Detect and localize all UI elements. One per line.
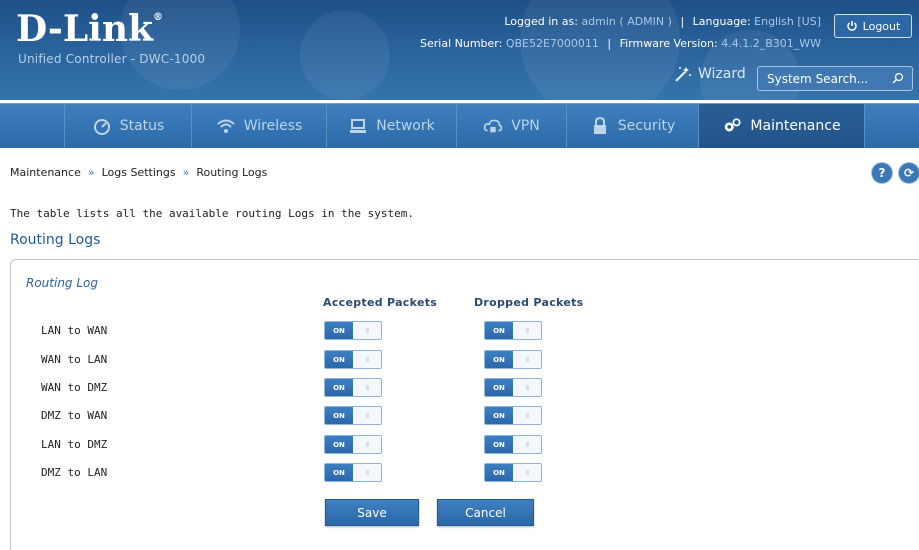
nav-network[interactable]: Network: [327, 104, 457, 148]
wifi-icon: [217, 119, 235, 133]
dlink-logo: D-Link®: [16, 8, 163, 50]
firmware-label: Firmware Version:: [619, 37, 718, 50]
toggle-accepted-lan-to-dmz[interactable]: ON III: [324, 435, 382, 454]
breadcrumb: Maintenance » Logs Settings » Routing Lo…: [10, 166, 267, 179]
system-search-input[interactable]: System Search...: [757, 66, 913, 91]
cancel-button[interactable]: Cancel: [437, 499, 534, 526]
serial-label: Serial Number:: [420, 37, 503, 50]
nav-wireless[interactable]: Wireless: [192, 104, 327, 148]
nav-label: Security: [617, 118, 676, 134]
toggle-accepted-wan-to-lan[interactable]: ON III: [324, 350, 382, 369]
dashboard-icon: [93, 119, 110, 135]
logout-label: Logout: [862, 19, 901, 33]
help-button[interactable]: ?: [872, 163, 892, 183]
row-label: WAN to DMZ: [41, 381, 108, 394]
search-placeholder: System Search...: [767, 71, 869, 86]
search-icon[interactable]: [892, 72, 904, 84]
toggle-dropped-dmz-to-wan[interactable]: ON III: [484, 406, 542, 425]
page-description: The table lists all the available routin…: [10, 207, 414, 220]
nav-label: Wireless: [243, 118, 303, 134]
toggle-accepted-dmz-to-lan[interactable]: ON III: [324, 463, 382, 482]
wizard-label: Wizard: [698, 66, 746, 82]
nav-label: Maintenance: [750, 118, 841, 134]
toggle-dropped-dmz-to-lan[interactable]: ON III: [484, 463, 542, 482]
nav-maintenance[interactable]: Maintenance: [699, 104, 865, 148]
nav-security[interactable]: Security: [567, 104, 699, 148]
breadcrumb-maintenance[interactable]: Maintenance: [10, 166, 81, 179]
toggle-accepted-wan-to-dmz[interactable]: ON III: [324, 378, 382, 397]
column-header-accepted: Accepted Packets: [323, 296, 438, 309]
firmware-version: 4.4.1.2_B301_WW: [721, 37, 821, 50]
row-label: WAN to LAN: [41, 353, 108, 366]
toggle-accepted-lan-to-wan[interactable]: ON III: [324, 321, 382, 340]
monitor-icon: [350, 119, 367, 133]
breadcrumb-routing-logs: Routing Logs: [196, 166, 268, 179]
row-label: DMZ to LAN: [41, 466, 108, 479]
power-icon: [846, 21, 857, 31]
panel-title: Routing Log: [26, 276, 99, 290]
logout-button[interactable]: Logout: [834, 14, 912, 38]
nav-label: Status: [119, 118, 165, 134]
app-header: D-Link® Unified Controller - DWC-1000 Lo…: [0, 0, 919, 100]
login-info: Logged in as: admin ( ADMIN ) | Language…: [504, 15, 821, 28]
nav-vpn[interactable]: VPN: [457, 104, 567, 148]
toggle-dropped-lan-to-wan[interactable]: ON III: [484, 321, 542, 340]
toggle-dropped-lan-to-dmz[interactable]: ON III: [484, 435, 542, 454]
row-label: LAN to WAN: [41, 324, 108, 337]
row-label: DMZ to WAN: [41, 409, 108, 422]
breadcrumb-separator: »: [87, 166, 95, 179]
nav-status[interactable]: Status: [65, 104, 192, 148]
lock-icon: [593, 117, 606, 134]
header-decoration: [300, 10, 390, 100]
refresh-button[interactable]: ⟳: [899, 163, 919, 183]
toggle-accepted-dmz-to-wan[interactable]: ON III: [324, 406, 382, 425]
breadcrumb-logs-settings[interactable]: Logs Settings: [102, 166, 176, 179]
save-button[interactable]: Save: [325, 499, 419, 526]
wizard-link[interactable]: Wizard: [672, 65, 746, 83]
language-label: Language:: [692, 15, 751, 28]
main-nav: Status Wireless Network VPN Security Mai…: [0, 103, 919, 148]
language-link[interactable]: English [US]: [754, 15, 821, 28]
nav-label: VPN: [511, 118, 540, 134]
product-subtitle: Unified Controller - DWC-1000: [18, 52, 206, 66]
logged-in-label: Logged in as:: [504, 15, 578, 28]
breadcrumb-separator: »: [182, 166, 190, 179]
row-label: LAN to DMZ: [41, 438, 108, 451]
logged-in-user: admin ( ADMIN ): [581, 15, 672, 28]
page-title: Routing Logs: [10, 232, 101, 248]
column-header-dropped: Dropped Packets: [474, 296, 584, 309]
cloud-lock-icon: [484, 119, 503, 133]
gears-icon: [725, 118, 741, 132]
magic-wand-icon: [675, 67, 691, 82]
nav-label: Network: [376, 118, 435, 134]
device-info: Serial Number: QBE52E7000011 | Firmware …: [420, 37, 821, 50]
toggle-dropped-wan-to-dmz[interactable]: ON III: [484, 378, 542, 397]
serial-number: QBE52E7000011: [505, 37, 599, 50]
toggle-dropped-wan-to-lan[interactable]: ON III: [484, 350, 542, 369]
